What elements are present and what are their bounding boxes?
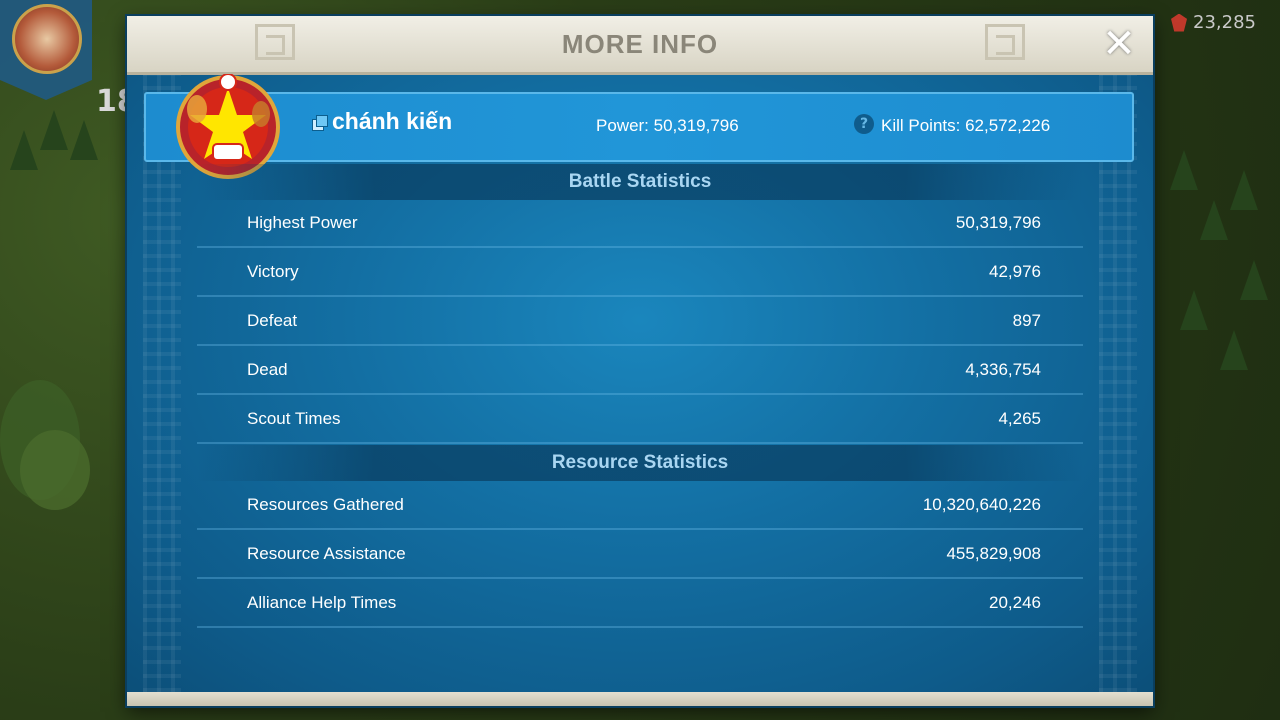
stat-value: 4,336,754 — [965, 360, 1041, 379]
stat-row-scout-times: Scout Times 4,265 — [197, 396, 1083, 444]
kill-points: Kill Points: 62,572,226 — [881, 116, 1051, 135]
battle-statistics-header: Battle Statistics — [197, 164, 1083, 200]
stat-row-resource-assistance: Resource Assistance 455,829,908 — [197, 531, 1083, 579]
stat-label: Scout Times — [247, 409, 341, 428]
hud-gem-counter[interactable]: 23,285 — [1171, 12, 1256, 33]
stat-value: 20,246 — [989, 593, 1041, 612]
stat-value: 42,976 — [989, 262, 1041, 281]
stat-value: 455,829,908 — [946, 544, 1041, 563]
player-header: chánh kiến Power: 50,319,796 ? Kill Poin… — [144, 92, 1134, 162]
stat-row-defeat: Defeat 897 — [197, 298, 1083, 346]
stat-value: 897 — [1012, 311, 1041, 330]
stat-label: Dead — [247, 360, 288, 379]
title-ornament-icon — [985, 24, 1025, 60]
stat-label: Victory — [247, 262, 299, 281]
stat-value: 50,319,796 — [955, 213, 1041, 232]
title-ornament-icon — [255, 24, 295, 60]
dialog-title: MORE INFO — [561, 28, 719, 59]
stat-value: 10,320,640,226 — [922, 495, 1041, 514]
stat-label: Highest Power — [247, 213, 358, 232]
stat-label: Alliance Help Times — [247, 593, 397, 612]
map-tree — [1220, 330, 1248, 370]
stat-label: Resources Gathered — [247, 495, 404, 514]
dialog-title-bar: MORE INFO ✕ — [127, 16, 1153, 75]
stat-row-dead: Dead 4,336,754 — [197, 347, 1083, 395]
player-power: Power: 50,319,796 — [596, 116, 739, 135]
stat-row-resources-gathered: Resources Gathered 10,320,640,226 — [197, 482, 1083, 530]
gem-count: 23,285 — [1193, 12, 1256, 33]
dialog-bottom-bar — [127, 692, 1153, 706]
resource-statistics-header: Resource Statistics — [197, 445, 1083, 481]
stat-row-alliance-help-times: Alliance Help Times 20,246 — [197, 580, 1083, 628]
stat-row-victory: Victory 42,976 — [197, 249, 1083, 297]
stat-value: 4,265 — [998, 409, 1041, 428]
map-tree — [1230, 170, 1258, 210]
map-tree — [10, 130, 38, 170]
map-tree — [70, 120, 98, 160]
hud-avatar[interactable] — [12, 4, 82, 74]
map-foliage — [20, 430, 90, 510]
close-button[interactable]: ✕ — [1097, 22, 1141, 66]
right-meander-border — [1099, 72, 1137, 692]
map-tree — [40, 110, 68, 150]
copy-icon[interactable] — [312, 114, 328, 131]
stat-row-highest-power: Highest Power 50,319,796 — [197, 200, 1083, 248]
map-tree — [1170, 150, 1198, 190]
help-icon[interactable]: ? — [854, 114, 874, 134]
map-tree — [1240, 260, 1268, 300]
map-tree — [1200, 200, 1228, 240]
player-name: chánh kiến — [332, 108, 453, 134]
player-name-group[interactable]: chánh kiến — [312, 108, 452, 135]
stat-label: Defeat — [247, 311, 298, 330]
gem-icon — [1171, 13, 1188, 32]
map-tree — [1180, 290, 1208, 330]
stat-label: Resource Assistance — [247, 544, 406, 563]
more-info-dialog: MORE INFO ✕ chánh kiến Power: 50,319,796… — [127, 16, 1153, 706]
